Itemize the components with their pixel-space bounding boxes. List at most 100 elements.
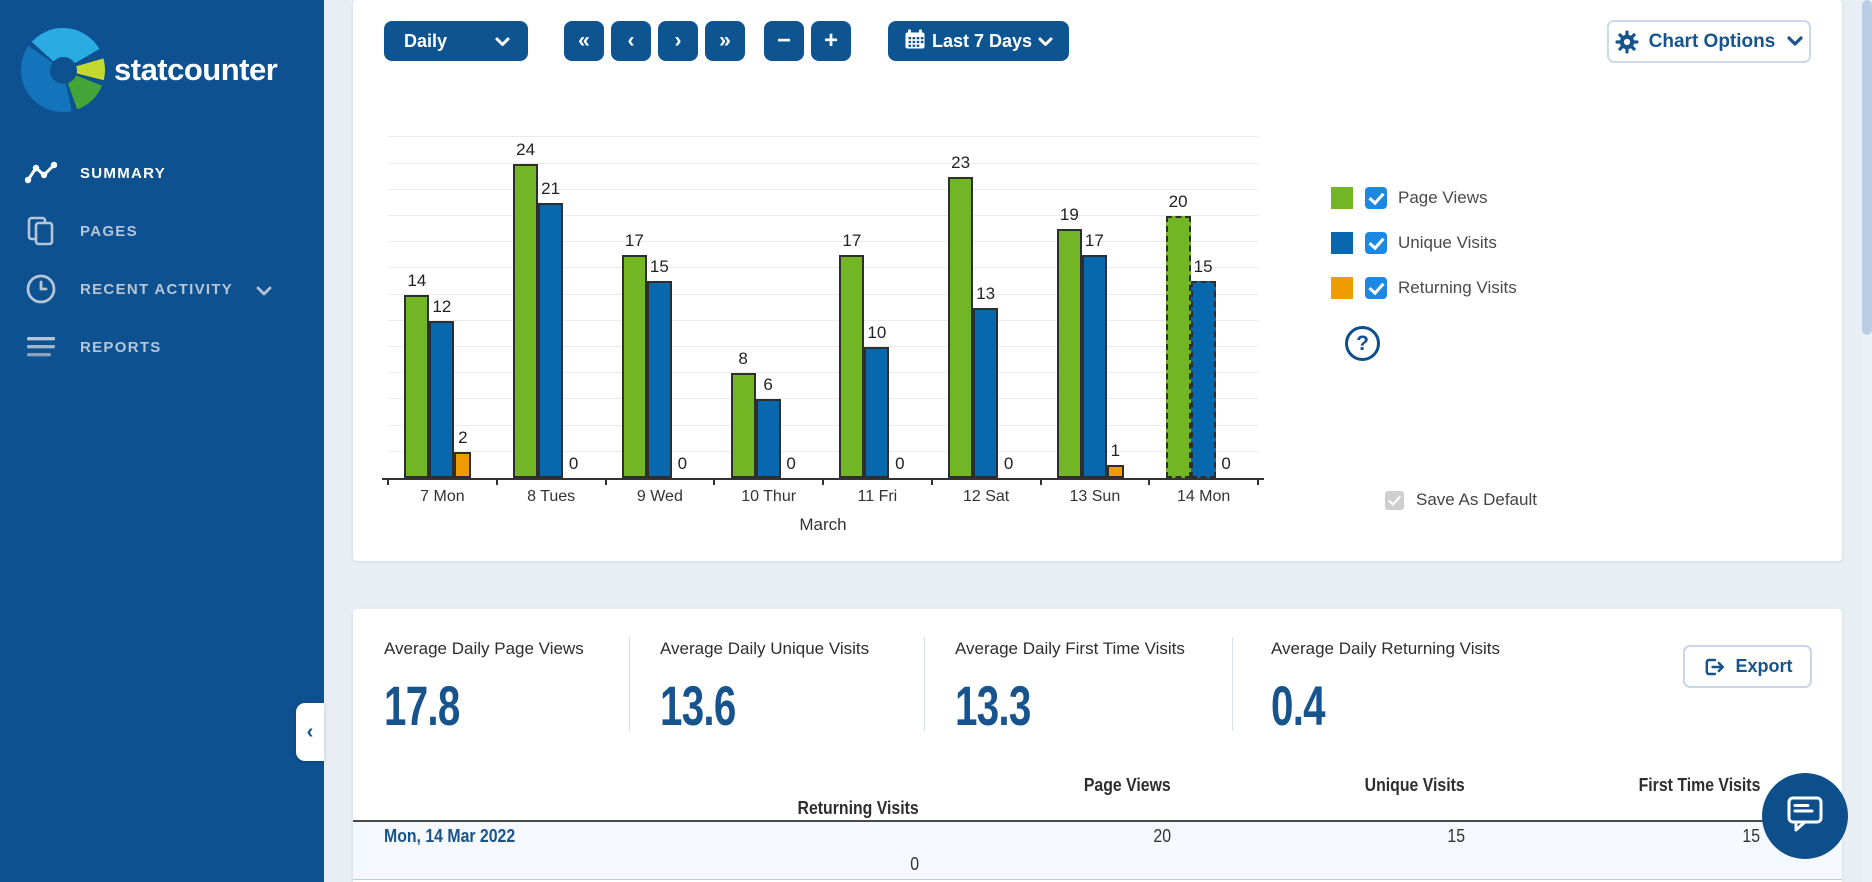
stat-value: 17.8 <box>384 673 528 738</box>
bar-value-label: 0 <box>1221 454 1230 474</box>
gear-icon <box>1615 30 1639 54</box>
export-button[interactable]: Export <box>1683 645 1812 688</box>
statcounter-logo[interactable]: statcounter <box>21 28 277 112</box>
calendar-icon <box>904 28 926 55</box>
x-axis-label: 14 Mon <box>1177 488 1230 506</box>
bar-value-label: 0 <box>678 454 687 474</box>
daily-stats-table: Page ViewsUnique VisitsFirst Time Visits… <box>353 774 1842 880</box>
x-axis-label: 7 Mon <box>420 488 464 506</box>
export-label: Export <box>1735 656 1792 677</box>
bar-returning-visits <box>1107 465 1124 478</box>
nav-last-button[interactable]: » <box>705 21 745 61</box>
axis-tick <box>931 478 933 485</box>
axis-tick <box>1257 478 1259 485</box>
chevron-left-icon: ‹ <box>307 721 314 744</box>
stat-card: Average Daily Returning Visits0.4 <box>1271 639 1500 738</box>
chevron-down-icon <box>256 284 272 302</box>
x-axis-label: 12 Sat <box>963 488 1009 506</box>
bar-page-views <box>404 295 429 478</box>
bar-value-label: 0 <box>895 454 904 474</box>
nav-next-button[interactable]: › <box>658 21 698 61</box>
chevron-right-icon: › <box>675 29 682 53</box>
divider <box>629 637 630 731</box>
bar-value-label: 17 <box>1085 231 1104 251</box>
sidebar-item-label: RECENT ACTIVITY <box>80 281 233 298</box>
sidebar-item-recent-activity[interactable]: RECENT ACTIVITY <box>0 271 324 307</box>
chart-legend: Page ViewsUnique VisitsReturning Visits <box>1331 186 1517 321</box>
axis-tick <box>496 478 498 485</box>
bar-value-label: 1 <box>1111 441 1120 461</box>
bar-value-label: 19 <box>1060 205 1079 225</box>
scrollbar-track[interactable] <box>1862 0 1872 882</box>
sidebar-item-summary[interactable]: SUMMARY <box>0 155 324 191</box>
table-row: Mon, 14 Mar 20222015150 <box>353 822 1842 880</box>
chevron-down-icon <box>1787 36 1803 47</box>
stat-value: 13.3 <box>955 673 1121 738</box>
nav-first-button[interactable]: « <box>564 21 604 61</box>
bar-value-label: 0 <box>1004 454 1013 474</box>
table-date-link[interactable]: Mon, 14 Mar 2022 <box>384 826 919 847</box>
bar-value-label: 2 <box>458 428 467 448</box>
axis-tick <box>822 478 824 485</box>
zoom-out-button[interactable]: − <box>764 21 804 61</box>
x-axis-label: 8 Tues <box>527 488 575 506</box>
plus-icon: + <box>824 27 838 55</box>
legend-checkbox[interactable] <box>1365 277 1387 299</box>
sidebar-collapse-button[interactable]: ‹ <box>296 703 324 761</box>
stat-card: Average Daily First Time Visits 13.3 <box>955 639 1185 738</box>
statcounter-logo-icon <box>21 28 105 112</box>
chart-panel: Daily « ‹ › » − + Last 7 Days Chart Opti… <box>353 0 1842 561</box>
legend-checkbox[interactable] <box>1365 187 1387 209</box>
bar-value-label: 24 <box>516 140 535 160</box>
zoom-in-button[interactable]: + <box>811 21 851 61</box>
bar-value-label: 0 <box>786 454 795 474</box>
minus-icon: − <box>777 27 791 55</box>
stat-label: Average Daily First Time Visits <box>955 639 1185 659</box>
x-axis-label: 10 Thur <box>741 488 796 506</box>
granularity-select[interactable]: Daily <box>384 21 528 61</box>
table-value-cell: 15 <box>1465 826 1760 847</box>
legend-checkbox[interactable] <box>1365 232 1387 254</box>
chevron-down-icon <box>495 31 510 52</box>
bar-page-views <box>948 177 973 478</box>
help-icon[interactable]: ? <box>1345 326 1380 361</box>
legend-swatch <box>1331 232 1353 254</box>
chevron-down-icon <box>1038 31 1053 52</box>
double-chevron-left-icon: « <box>578 29 590 53</box>
bar-page-views <box>1166 216 1191 478</box>
stats-panel: Average Daily Page Views17.8Average Dail… <box>353 609 1842 882</box>
bar-value-label: 23 <box>951 153 970 173</box>
date-range-value: Last 7 Days <box>932 31 1032 52</box>
scrollbar-thumb[interactable] <box>1862 0 1872 335</box>
x-axis-label: 13 Sun <box>1070 488 1121 506</box>
legend-label: Page Views <box>1398 188 1487 208</box>
divider <box>924 637 925 731</box>
bar-page-views <box>1057 229 1082 478</box>
axis-tick <box>605 478 607 485</box>
bar-value-label: 17 <box>625 231 644 251</box>
bar-unique-visits <box>429 321 454 478</box>
sidebar: statcounter SUMMARY PAGES RECENT ACTIVIT… <box>0 0 324 882</box>
bar-chart: 7 Mon141228 Tues242109 Wed1715010 Thur86… <box>388 134 1258 478</box>
list-icon <box>24 330 58 364</box>
bar-value-label: 15 <box>1194 257 1213 277</box>
sidebar-item-reports[interactable]: REPORTS <box>0 329 324 365</box>
export-icon <box>1702 655 1726 679</box>
chart-options-label: Chart Options <box>1649 31 1776 53</box>
legend-label: Returning Visits <box>1398 278 1517 298</box>
table-header-row: Page ViewsUnique VisitsFirst Time Visits… <box>353 774 1842 822</box>
chart-options-button[interactable]: Chart Options <box>1607 20 1811 63</box>
table-header-cell: Page Views <box>919 775 1171 796</box>
sidebar-item-label: REPORTS <box>80 339 162 356</box>
legend-swatch <box>1331 277 1353 299</box>
axis-tick <box>1148 478 1150 485</box>
sidebar-item-pages[interactable]: PAGES <box>0 213 324 249</box>
date-range-select[interactable]: Last 7 Days <box>888 21 1069 61</box>
activity-icon <box>24 156 58 190</box>
bar-unique-visits <box>864 347 889 478</box>
bar-value-label: 14 <box>407 271 426 291</box>
x-axis-title: March <box>799 515 846 535</box>
nav-prev-button[interactable]: ‹ <box>611 21 651 61</box>
legend-item: Returning Visits <box>1331 276 1517 300</box>
chat-widget-button[interactable] <box>1762 773 1848 859</box>
